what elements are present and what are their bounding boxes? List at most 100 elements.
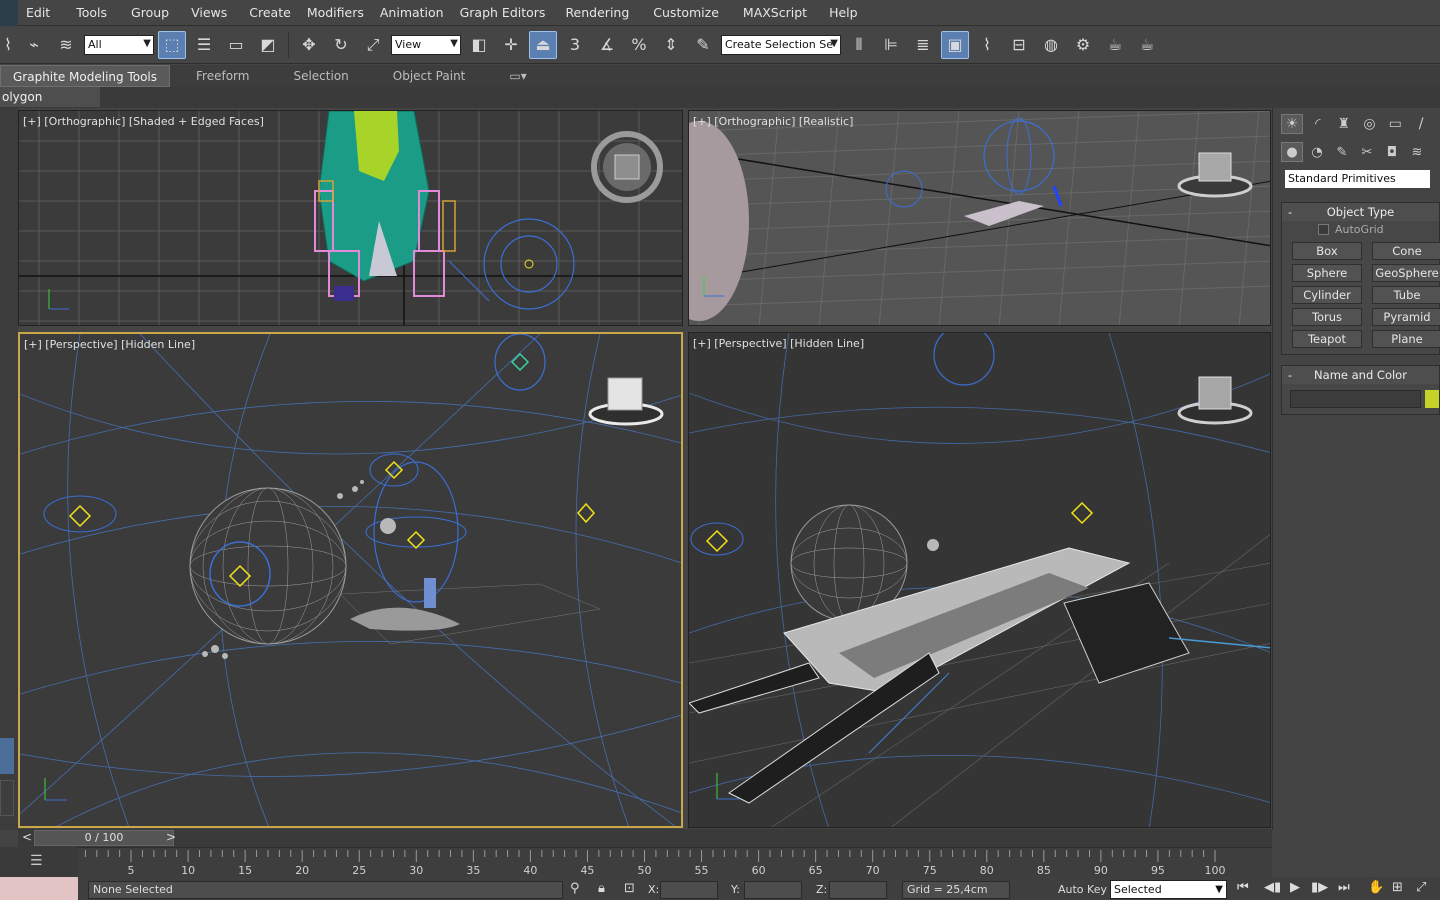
viewport-top-left[interactable]: [+] [Orthographic] [Shaded + Edged Faces…	[18, 110, 683, 326]
menu-group[interactable]: Group	[123, 0, 177, 26]
prev-frame-icon[interactable]: <	[22, 830, 32, 844]
dock-tab[interactable]	[0, 780, 14, 816]
y-coordinate-field[interactable]	[744, 881, 802, 899]
teapot-button[interactable]: Teapot	[1292, 330, 1362, 348]
zoom-extents-icon[interactable]: ⊞	[1392, 880, 1403, 895]
play-icon[interactable]: ▶	[1290, 880, 1300, 895]
named-selection-select[interactable]: Create Selection Se ▼	[721, 34, 841, 55]
viewcube[interactable]	[1175, 371, 1255, 431]
viewport-label[interactable]: [+] [Perspective] [Hidden Line]	[693, 337, 864, 350]
lock-icon[interactable]: 🔒︎	[598, 881, 605, 896]
autokey-label[interactable]: Auto Key	[1058, 883, 1107, 896]
pan-icon[interactable]: ✋	[1368, 880, 1384, 895]
viewport-label[interactable]: [+] [Orthographic] [Shaded + Edged Faces…	[23, 115, 264, 128]
tab-selection[interactable]: Selection	[281, 65, 360, 87]
name-color-header[interactable]: - Name and Color	[1282, 366, 1439, 384]
viewcube[interactable]	[591, 131, 663, 203]
z-coordinate-field[interactable]	[829, 881, 887, 899]
geometry-icon[interactable]: ●	[1281, 142, 1303, 162]
viewport-bottom-right[interactable]: [+] [Perspective] [Hidden Line]	[688, 332, 1271, 828]
sphere-button[interactable]: Sphere	[1292, 264, 1362, 282]
primitive-category-select[interactable]: Standard Primitives	[1285, 170, 1430, 188]
x-coordinate-field[interactable]	[660, 881, 718, 899]
material-editor-icon[interactable]: ◍	[1037, 31, 1065, 59]
next-key-icon[interactable]: ▮▶	[1311, 880, 1328, 895]
cone-button[interactable]: Cone	[1372, 242, 1440, 260]
viewport-top-right[interactable]: [+] [Orthographic] [Realistic]	[688, 110, 1271, 326]
window-crossing-icon[interactable]: ◩	[254, 31, 282, 59]
render-setup-icon[interactable]: ⚙	[1069, 31, 1097, 59]
select-by-name-icon[interactable]: ☰	[190, 31, 218, 59]
utilities-tab-icon[interactable]: /	[1410, 114, 1432, 134]
isolate-icon[interactable]: ⚲	[570, 881, 580, 896]
object-color-swatch[interactable]	[1425, 390, 1439, 408]
torus-button[interactable]: Torus	[1292, 308, 1362, 326]
dock-tab[interactable]	[0, 738, 14, 774]
geosphere-button[interactable]: GeoSphere	[1372, 264, 1440, 282]
menu-modifiers[interactable]: Modifiers	[299, 0, 372, 26]
layer-icon[interactable]: ≣	[909, 31, 937, 59]
schematic-icon[interactable]: ⊟	[1005, 31, 1033, 59]
spinner-snap-icon[interactable]: ⇕	[657, 31, 685, 59]
scale-icon[interactable]: ⤢	[359, 31, 387, 59]
spacewarps-icon[interactable]: ≋	[1406, 142, 1428, 162]
bind-icon[interactable]: ≋	[52, 31, 80, 59]
unlink-icon[interactable]: ⌁	[20, 31, 48, 59]
render-icon[interactable]: ☕	[1133, 31, 1161, 59]
plane-button[interactable]: Plane	[1372, 330, 1440, 348]
menu-graph-editors[interactable]: Graph Editors	[452, 0, 554, 26]
menu-rendering[interactable]: Rendering	[557, 0, 637, 26]
modify-tab-icon[interactable]: ◜	[1307, 114, 1329, 134]
absolute-mode-icon[interactable]: ⊡	[624, 881, 635, 896]
viewport-label[interactable]: [+] [Perspective] [Hidden Line]	[24, 338, 195, 351]
goto-end-icon[interactable]: ⏭	[1338, 880, 1350, 895]
cylinder-button[interactable]: Cylinder	[1292, 286, 1362, 304]
keyboard-shortcut-icon[interactable]: ⏏	[529, 30, 557, 59]
select-icon[interactable]: ⬚	[158, 30, 186, 59]
menu-tools[interactable]: Tools	[68, 0, 115, 26]
helpers-icon[interactable]: ◘	[1381, 142, 1403, 162]
mirror-icon[interactable]: ⫴	[845, 31, 873, 59]
viewcube[interactable]	[1175, 141, 1255, 201]
link-icon[interactable]: ⌇	[0, 31, 16, 59]
box-button[interactable]: Box	[1292, 242, 1362, 260]
hierarchy-tab-icon[interactable]: ♜	[1333, 114, 1355, 134]
object-name-field[interactable]	[1290, 390, 1422, 408]
cameras-icon[interactable]: ✂	[1356, 142, 1378, 162]
tube-button[interactable]: Tube	[1372, 286, 1440, 304]
time-slider[interactable]: < 0 / 100 >	[18, 829, 1272, 847]
viewport-bottom-left[interactable]: [+] [Perspective] [Hidden Line]	[18, 332, 683, 828]
motion-tab-icon[interactable]: ◎	[1359, 114, 1381, 134]
menu-edit[interactable]: Edit	[18, 0, 58, 26]
menu-views[interactable]: Views	[183, 0, 235, 26]
object-type-header[interactable]: - Object Type	[1282, 203, 1439, 221]
pivot-icon[interactable]: ◧	[465, 31, 493, 59]
ribbon-polygon-modeling[interactable]: olygon Modeling	[0, 87, 100, 124]
move-icon[interactable]: ✥	[295, 31, 323, 59]
tab-freeform[interactable]: Freeform	[184, 65, 261, 87]
edit-named-sel-icon[interactable]: ✎	[689, 31, 717, 59]
scene-explorer-icon[interactable]: ▣	[941, 30, 969, 59]
time-slider-knob[interactable]: 0 / 100	[34, 830, 174, 846]
tab-object-paint[interactable]: Object Paint	[381, 65, 478, 87]
percent-snap-icon[interactable]: %	[625, 31, 653, 59]
menu-animation[interactable]: Animation	[372, 0, 452, 26]
autogrid-checkbox[interactable]: AutoGrid	[1282, 221, 1439, 238]
snap-icon[interactable]: 3	[561, 31, 589, 59]
maximize-viewport-icon[interactable]: ⤢	[1416, 880, 1426, 895]
app-button[interactable]	[0, 0, 18, 26]
create-tab-icon[interactable]: ☀	[1281, 114, 1303, 134]
rotate-icon[interactable]: ↻	[327, 31, 355, 59]
viewcube[interactable]	[586, 372, 666, 432]
display-tab-icon[interactable]: ▭	[1384, 114, 1406, 134]
ribbon-options-icon[interactable]: ▭▾	[497, 65, 538, 87]
selection-filter-select[interactable]: All ▼	[84, 34, 154, 55]
key-mode-select[interactable]: Selected ▼	[1110, 880, 1227, 899]
ref-coord-select[interactable]: View ▼	[391, 34, 461, 55]
menu-customize[interactable]: Customize	[645, 0, 727, 26]
viewport-label[interactable]: [+] [Orthographic] [Realistic]	[693, 115, 853, 128]
manipulate-icon[interactable]: ✛	[497, 31, 525, 59]
menu-maxscript[interactable]: MAXScript	[735, 0, 815, 26]
maxscript-listener[interactable]	[0, 877, 78, 900]
rect-region-icon[interactable]: ▭	[222, 31, 250, 59]
